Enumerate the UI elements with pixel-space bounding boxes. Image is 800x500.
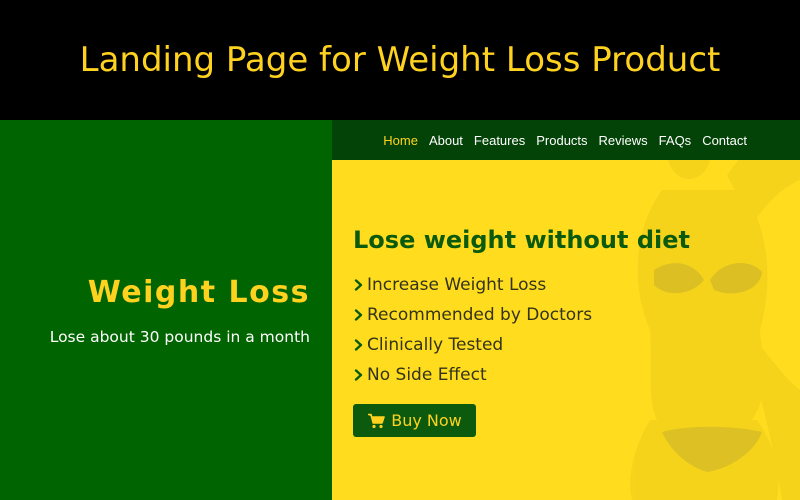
- feature-label: No Side Effect: [367, 365, 487, 385]
- hero-right-panel: Home About Features Products Reviews FAQ…: [332, 120, 800, 500]
- nav-reviews[interactable]: Reviews: [599, 133, 648, 148]
- buy-now-button[interactable]: Buy Now: [353, 404, 476, 437]
- chevron-right-icon: [354, 279, 363, 291]
- nav-faqs[interactable]: FAQs: [659, 133, 692, 148]
- feature-label: Clinically Tested: [367, 335, 504, 355]
- title-banner: Landing Page for Weight Loss Product: [0, 0, 800, 120]
- hero-subtitle: Lose about 30 pounds in a month: [49, 328, 310, 346]
- nav-home[interactable]: Home: [383, 133, 418, 148]
- feature-label: Increase Weight Loss: [367, 275, 547, 295]
- buy-now-label: Buy Now: [391, 411, 462, 430]
- hero-title: Weight Loss: [87, 275, 310, 310]
- feature-item: Recommended by Doctors: [353, 300, 592, 330]
- nav-products[interactable]: Products: [536, 133, 587, 148]
- feature-item: Increase Weight Loss: [353, 270, 592, 300]
- nav-contact[interactable]: Contact: [702, 133, 747, 148]
- feature-item: Clinically Tested: [353, 330, 592, 360]
- main-headline: Lose weight without diet: [353, 226, 690, 254]
- feature-list: Increase Weight Loss Recommended by Doct…: [353, 270, 592, 390]
- nav-about[interactable]: About: [429, 133, 463, 148]
- top-navigation: Home About Features Products Reviews FAQ…: [332, 120, 800, 160]
- chevron-right-icon: [354, 369, 363, 381]
- feature-item: No Side Effect: [353, 360, 592, 390]
- nav-features[interactable]: Features: [474, 133, 525, 148]
- hero-left-panel: Weight Loss Lose about 30 pounds in a mo…: [0, 120, 332, 500]
- landing-page-mockup: Landing Page for Weight Loss Product Wei…: [0, 0, 800, 500]
- chevron-right-icon: [354, 339, 363, 351]
- feature-label: Recommended by Doctors: [367, 305, 593, 325]
- banner-title: Landing Page for Weight Loss Product: [79, 40, 721, 80]
- shopping-cart-icon: [368, 413, 386, 428]
- chevron-right-icon: [354, 309, 363, 321]
